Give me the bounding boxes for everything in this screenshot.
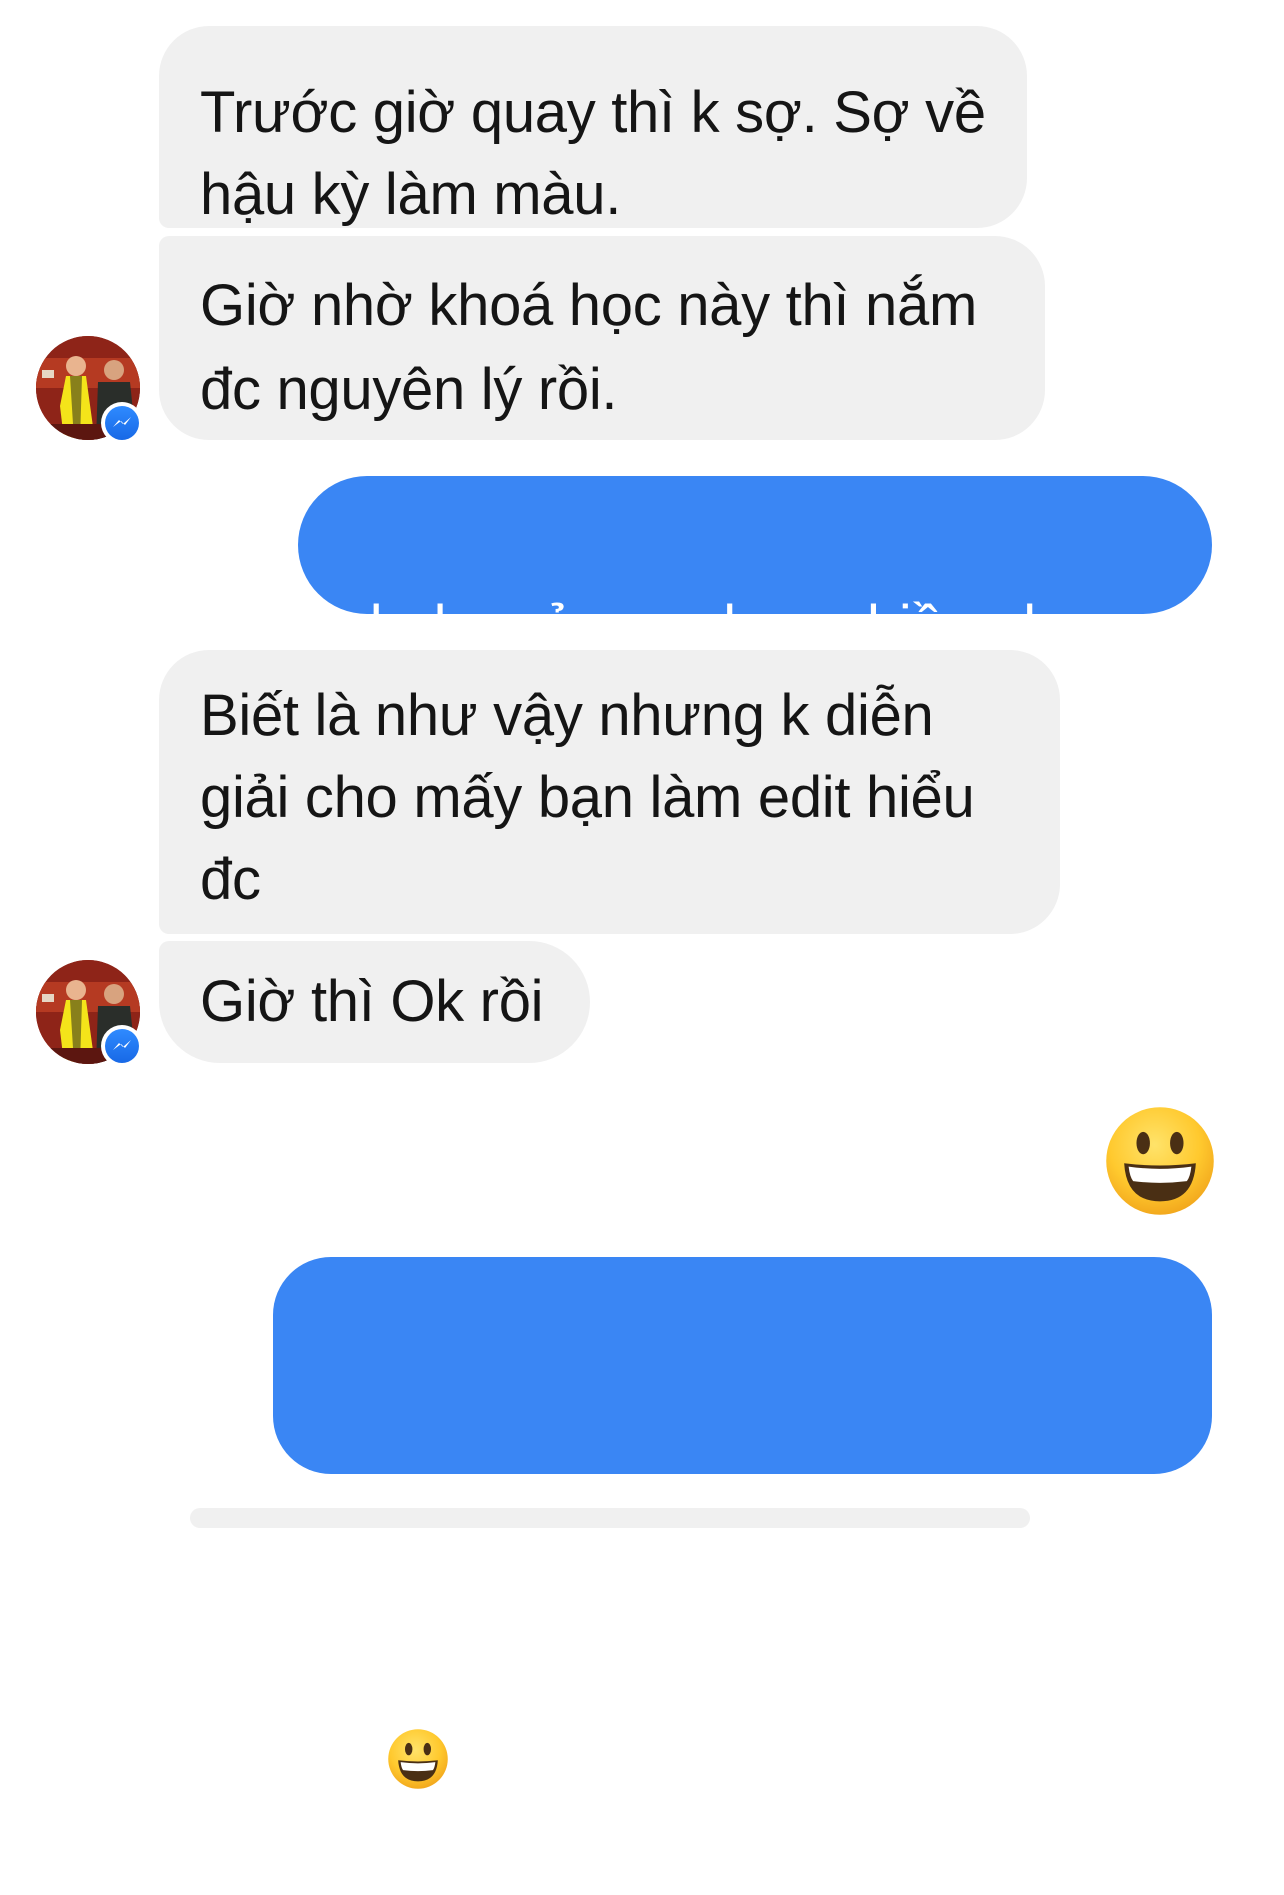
message-bubble-incoming (190, 1508, 1030, 1528)
message-bubble-incoming[interactable]: Trước giờ quay thì k sợ. Sợ về hậu kỳ là… (159, 26, 1027, 228)
message-bubble-incoming[interactable]: Giờ nhờ khoá học này thì nắm đc nguyên l… (159, 236, 1045, 440)
message-bubble-outgoing[interactable]: hehe cảm ơn bạn nhiều nha (298, 476, 1212, 614)
message-bubble-outgoing[interactable]: yeahh giúp được mn là mình vui rồi (273, 1257, 1212, 1795)
messenger-icon (101, 1025, 143, 1067)
message-bubble-incoming[interactable]: Biết là như vậy nhưng k diễn giải cho mấ… (159, 650, 1060, 934)
grinning-face-emoji (387, 1728, 449, 1790)
messenger-icon (101, 402, 143, 444)
message-text-line: rồi (313, 1719, 1212, 1807)
message-text-line: yeahh giúp được mn là mình vui (313, 1466, 1136, 1531)
message-bubble-incoming[interactable]: Giờ thì Ok rồi (159, 941, 590, 1063)
grinning-face-emoji[interactable] (1104, 1105, 1216, 1217)
